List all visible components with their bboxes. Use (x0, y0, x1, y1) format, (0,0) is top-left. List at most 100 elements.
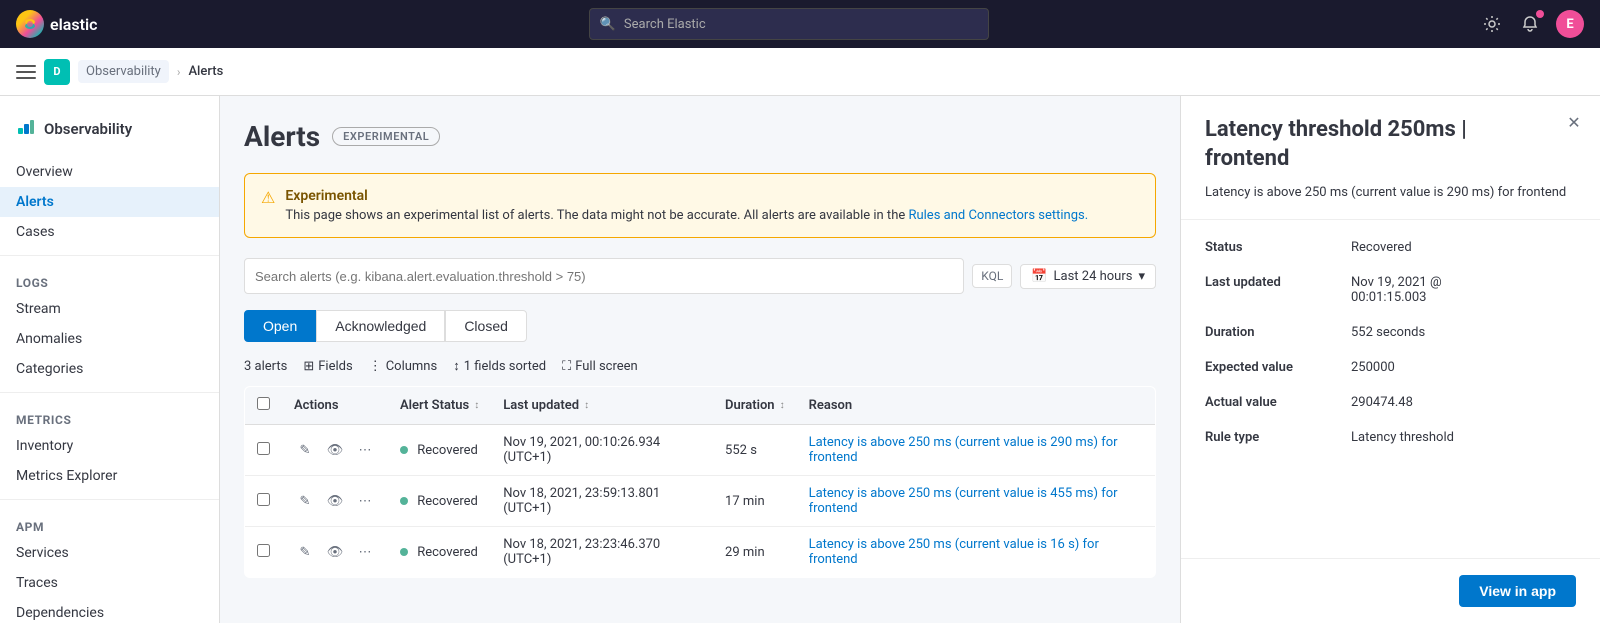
alert-banner-text: This page shows an experimental list of … (285, 208, 1088, 223)
kql-badge[interactable]: KQL (972, 264, 1012, 288)
date-filter[interactable]: 📅 Last 24 hours ▾ (1020, 264, 1156, 289)
row-2-checkbox[interactable] (257, 493, 270, 506)
row-checkbox-1 (245, 425, 283, 476)
search-input[interactable] (244, 258, 964, 294)
sidebar-item-categories[interactable]: Categories (0, 354, 219, 384)
edit-icon[interactable]: ✎ (294, 439, 316, 461)
view-icon[interactable]: 👁 (324, 439, 346, 461)
alerts-count: 3 alerts (244, 359, 287, 374)
detail-description: Latency is above 250 ms (current value i… (1205, 183, 1576, 203)
row-1-checkbox[interactable] (257, 442, 270, 455)
select-all-header (245, 387, 283, 425)
sort-icon: ↕ (453, 358, 460, 374)
detail-label-updated: Last updated (1205, 275, 1335, 305)
more-icon[interactable]: ⋯ (354, 439, 376, 461)
row-reason-1: Latency is above 250 ms (current value i… (797, 425, 1156, 476)
reason-link-3[interactable]: Latency is above 250 ms (current value i… (809, 537, 1099, 567)
detail-value-status: Recovered (1351, 240, 1412, 255)
status-dot-1 (400, 446, 408, 454)
sidebar-item-overview[interactable]: Overview (0, 157, 219, 187)
notifications-icon[interactable] (1518, 12, 1542, 36)
sidebar-section-apm: APM (0, 508, 219, 538)
detail-panel: ✕ Latency threshold 250ms | frontend Lat… (1180, 96, 1600, 623)
detail-row-expected: Expected value 250000 (1205, 360, 1576, 375)
alert-banner-content: Experimental This page shows an experime… (285, 188, 1088, 223)
experimental-badge: Experimental (332, 127, 440, 146)
user-avatar[interactable]: E (1556, 10, 1584, 38)
row-status-2: Recovered (388, 476, 491, 527)
search-icon: 🔍 (600, 17, 616, 32)
detail-label-actual: Actual value (1205, 395, 1335, 410)
edit-icon[interactable]: ✎ (294, 490, 316, 512)
reason-link-2[interactable]: Latency is above 250 ms (current value i… (809, 486, 1118, 516)
detail-label-expected: Expected value (1205, 360, 1335, 375)
sort-button[interactable]: ↕ 1 fields sorted (453, 358, 546, 374)
page-header: Alerts Experimental (244, 120, 1156, 153)
view-in-app-button[interactable]: View in app (1459, 575, 1576, 607)
sidebar-item-alerts[interactable]: Alerts (0, 187, 219, 217)
sidebar-item-cases[interactable]: Cases (0, 217, 219, 247)
row-3-checkbox[interactable] (257, 544, 270, 557)
sidebar-item-metrics-explorer[interactable]: Metrics Explorer (0, 461, 219, 491)
fields-icon: ⊞ (303, 359, 314, 374)
detail-row-actual: Actual value 290474.48 (1205, 395, 1576, 410)
view-icon[interactable]: 👁 (324, 541, 346, 563)
edit-icon[interactable]: ✎ (294, 541, 316, 563)
detail-label-duration: Duration (1205, 325, 1335, 340)
sidebar-item-dependencies[interactable]: Dependencies (0, 598, 219, 623)
detail-row-updated: Last updated Nov 19, 2021 @00:01:15.003 (1205, 275, 1576, 305)
warning-icon: ⚠ (261, 188, 275, 223)
tab-closed[interactable]: Closed (445, 310, 527, 342)
elastic-logo[interactable]: elastic (16, 10, 97, 38)
close-icon[interactable]: ✕ (1562, 110, 1586, 134)
elastic-logo-icon (16, 10, 44, 38)
row-status-3: Recovered (388, 527, 491, 578)
filter-row: KQL 📅 Last 24 hours ▾ (244, 258, 1156, 294)
sidebar-title-text: Observability (44, 120, 132, 138)
calendar-icon: 📅 (1031, 269, 1047, 284)
search-placeholder: Search Elastic (624, 17, 706, 32)
select-all-checkbox[interactable] (257, 397, 270, 410)
fullscreen-button[interactable]: ⛶ Full screen (562, 359, 638, 374)
detail-content: Status Recovered Last updated Nov 19, 20… (1181, 220, 1600, 558)
duration-header[interactable]: Duration ↕ (713, 387, 797, 425)
table-toolbar: 3 alerts ⊞ Fields ⋮ Columns ↕ 1 fields s… (244, 358, 1156, 374)
sidebar-item-services[interactable]: Services (0, 538, 219, 568)
more-icon[interactable]: ⋯ (354, 541, 376, 563)
table-header: Actions Alert Status ↕ Last updated ↕ Du… (245, 387, 1156, 425)
sidebar-divider-1 (0, 255, 219, 256)
tab-acknowledged[interactable]: Acknowledged (316, 310, 445, 342)
sidebar-section-logs: Logs (0, 264, 219, 294)
detail-value-updated: Nov 19, 2021 @00:01:15.003 (1351, 275, 1442, 305)
sidebar-divider-3 (0, 499, 219, 500)
row-duration-1: 552 s (713, 425, 797, 476)
top-nav-icons: E (1480, 10, 1584, 38)
detail-value-duration: 552 seconds (1351, 325, 1425, 340)
columns-button[interactable]: ⋮ Columns (369, 359, 438, 374)
elastic-logo-text: elastic (50, 15, 97, 34)
sidebar-item-traces[interactable]: Traces (0, 568, 219, 598)
detail-value-ruletype: Latency threshold (1351, 430, 1454, 445)
sidebar-item-stream[interactable]: Stream (0, 294, 219, 324)
search-bar[interactable]: 🔍 Search Elastic (589, 8, 989, 40)
breadcrumb-observability[interactable]: Observability (78, 60, 169, 83)
view-icon[interactable]: 👁 (324, 490, 346, 512)
breadcrumb-current-page: Alerts (188, 64, 223, 79)
breadcrumb-bar: D Observability › Alerts (0, 48, 1600, 96)
settings-icon[interactable] (1480, 12, 1504, 36)
updated-header[interactable]: Last updated ↕ (491, 387, 713, 425)
more-icon[interactable]: ⋯ (354, 490, 376, 512)
reason-link-1[interactable]: Latency is above 250 ms (current value i… (809, 435, 1118, 465)
hamburger-menu[interactable] (16, 62, 36, 82)
fields-button[interactable]: ⊞ Fields (303, 359, 352, 374)
table-body: ✎ 👁 ⋯ Recovered Nov 19, 2021, 00:10:26.9… (245, 425, 1156, 578)
tab-open[interactable]: Open (244, 310, 316, 342)
rules-connectors-link[interactable]: Rules and Connectors settings. (908, 208, 1088, 223)
search-bar-wrapper: 🔍 Search Elastic (113, 8, 1464, 40)
detail-row-ruletype: Rule type Latency threshold (1205, 430, 1576, 445)
sidebar-item-inventory[interactable]: Inventory (0, 431, 219, 461)
status-header[interactable]: Alert Status ↕ (388, 387, 491, 425)
detail-row-duration: Duration 552 seconds (1205, 325, 1576, 340)
detail-panel-header: ✕ Latency threshold 250ms | frontend Lat… (1181, 96, 1600, 220)
sidebar-item-anomalies[interactable]: Anomalies (0, 324, 219, 354)
